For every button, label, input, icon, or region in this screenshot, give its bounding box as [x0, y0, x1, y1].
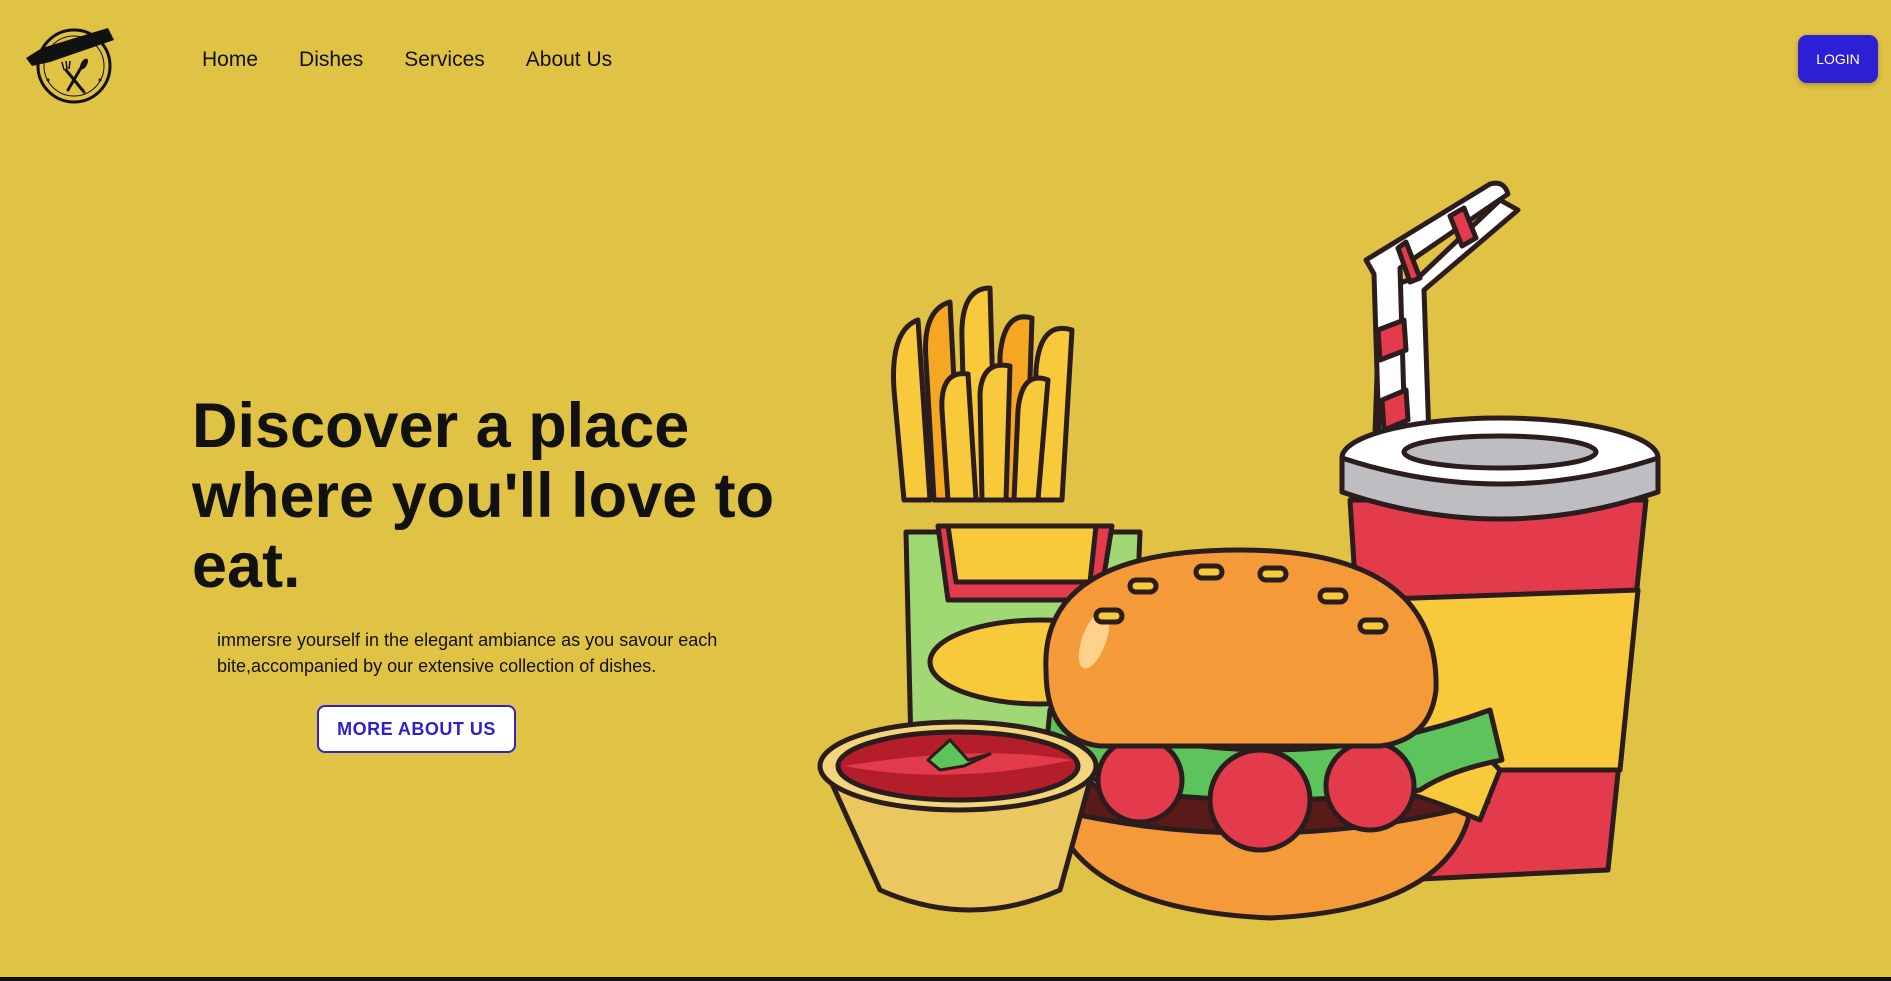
- fries-icon: [891, 285, 1075, 503]
- logo-emblem-icon: [26, 28, 114, 104]
- login-button[interactable]: LOGIN: [1798, 35, 1878, 83]
- more-about-us-button[interactable]: MORE ABOUT US: [317, 705, 516, 753]
- fast-food-illustration: [800, 170, 1700, 930]
- page-bottom-border: [0, 977, 1891, 981]
- hero-description: immersre yourself in the elegant ambianc…: [217, 630, 718, 676]
- fast-food-icon: [817, 180, 1661, 921]
- restaurant-logo[interactable]: [22, 18, 116, 104]
- hero-title: Discover a place where you'll love to ea…: [192, 391, 775, 601]
- nav-about-us[interactable]: About Us: [526, 48, 612, 72]
- main-nav: Home Dishes Services About Us: [202, 48, 612, 72]
- nav-home[interactable]: Home: [202, 48, 258, 72]
- nav-services[interactable]: Services: [404, 48, 485, 72]
- ketchup-icon: [817, 719, 1099, 913]
- nav-dishes[interactable]: Dishes: [299, 48, 363, 72]
- header: Home Dishes Services About Us LOGIN: [0, 0, 1891, 120]
